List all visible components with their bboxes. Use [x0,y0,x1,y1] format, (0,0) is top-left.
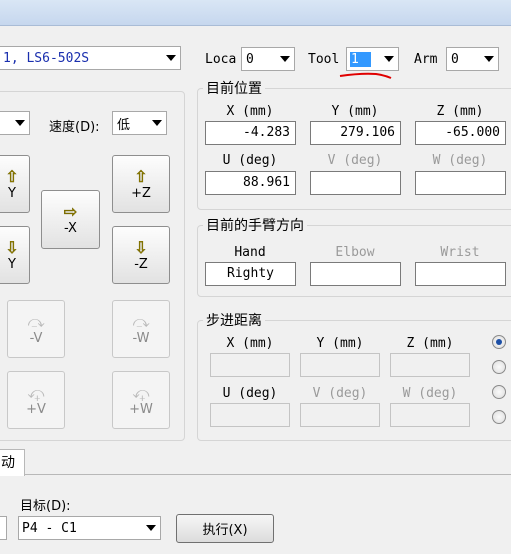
rotate-icon: ⤼ [27,311,45,331]
arrow-up-icon: ⇧ [134,166,148,186]
position-v-label: V (deg) [327,153,383,168]
elbow-field [310,262,401,286]
position-z-field: -65.000 [415,121,506,145]
jog-minus-z-label: -Z [134,256,148,272]
position-z-label: Z (mm) [436,104,484,119]
jog-minus-w-button[interactable]: ⤼ -W [112,300,170,358]
arm-select-value: 0 [451,51,459,67]
tool-select[interactable]: 1 [346,47,399,71]
jog-plus-v-label: +V [26,401,46,417]
jog-minus-y-label: Y [8,256,16,272]
arrow-down-icon: ⇩ [5,237,19,257]
arm-orientation-group [197,225,511,297]
jog-plus-w-label: +W [129,401,153,417]
loca-select-value: 0 [246,51,254,67]
wrist-label: Wrist [440,245,480,260]
jog-minus-y-button[interactable]: ⇩ Y [0,226,30,284]
execute-button-label: 执行(X) [202,523,248,538]
position-v-field [310,171,401,195]
wrist-field [415,262,506,286]
step-v-field [300,403,380,427]
chevron-down-icon [380,48,398,70]
tab-jog-label: 动 [1,455,15,471]
tab-strip-line [0,474,511,475]
jog-mode-select[interactable] [0,111,30,135]
jog-minus-x-label: -X [64,221,77,236]
speed-select-value: 低 [117,117,131,133]
window-titlebar [0,0,511,26]
jog-plus-w-button[interactable]: ⤽ +W [112,371,170,429]
position-w-field [415,171,506,195]
position-y-label: Y (mm) [331,104,379,119]
target-select-value: P4 - C1 [22,520,77,536]
chevron-down-icon [276,48,294,70]
loca-label: Loca [205,52,237,67]
position-y-field: 279.106 [310,121,401,145]
step-u-field [210,403,290,427]
jog-plus-y-button[interactable]: ⇧ Y [0,155,30,213]
execute-button[interactable]: 执行(X) [176,514,274,543]
chevron-down-icon [480,48,498,70]
tool-label: Tool [308,52,340,67]
step-x-label: X (mm) [226,336,274,351]
position-x-label: X (mm) [226,104,274,119]
target-select[interactable]: P4 - C1 [18,516,161,540]
position-w-label: W (deg) [432,153,488,168]
step-v-label: V (deg) [312,386,368,401]
step-distance-title: 步进距离 [203,310,265,330]
position-u-label: U (deg) [222,153,278,168]
arrow-down-icon: ⇩ [134,237,148,257]
target-label: 目标(D): [20,499,71,514]
speed-select[interactable]: 低 [112,111,167,135]
hand-field: Righty [205,262,296,286]
step-z-field [390,353,470,377]
step-y-field [300,353,380,377]
tool-select-value: 1 [350,51,371,67]
step-option-radio-4[interactable] [492,410,506,424]
left-field[interactable] [0,516,7,540]
jog-plus-z-label: +Z [131,185,151,201]
chevron-down-icon [148,112,166,134]
position-u-field: 88.961 [205,171,296,195]
step-z-label: Z (mm) [406,336,454,351]
chevron-down-icon [162,47,180,69]
hand-label: Hand [234,245,266,260]
step-y-label: Y (mm) [316,336,364,351]
jog-plus-y-label: Y [8,185,16,201]
robot-select-value: 1, LS6-502S [3,50,90,66]
step-w-field [390,403,470,427]
jog-plus-z-button[interactable]: ⇧ +Z [112,155,170,213]
jog-minus-x-button[interactable]: ⇨ -X [41,190,100,249]
rotate-icon: ⤼ [132,311,150,331]
loca-select[interactable]: 0 [241,47,295,71]
rotate-back-icon: ⤽ [132,382,150,402]
arm-select[interactable]: 0 [446,47,499,71]
chevron-down-icon [11,112,29,134]
speed-label: 速度(D): [49,120,100,135]
jog-minus-v-label: -V [29,330,43,346]
arm-label: Arm [414,52,438,67]
jog-plus-v-button[interactable]: ⤽ +V [7,371,65,429]
current-position-title: 目前位置 [203,78,265,98]
robot-select[interactable]: 1, LS6-502S [0,46,181,70]
rotate-back-icon: ⤽ [27,382,45,402]
step-option-radio-3[interactable] [492,385,506,399]
arm-orientation-title: 目前的手臂方向 [203,215,307,235]
position-x-field: -4.283 [205,121,296,145]
chevron-down-icon [142,517,160,539]
step-w-label: W (deg) [402,386,458,401]
step-x-field [210,353,290,377]
step-option-radio-1[interactable] [492,335,506,349]
red-underline-annotation [339,72,392,79]
jog-minus-z-button[interactable]: ⇩ -Z [112,226,170,284]
arrow-right-icon: ⇨ [63,202,78,221]
arrow-up-icon: ⇧ [5,166,19,186]
step-u-label: U (deg) [222,386,278,401]
jog-minus-v-button[interactable]: ⤼ -V [7,300,65,358]
step-option-radio-2[interactable] [492,360,506,374]
jog-minus-w-label: -W [132,330,150,346]
tab-jog[interactable]: 动 [0,449,25,476]
elbow-label: Elbow [335,245,375,260]
